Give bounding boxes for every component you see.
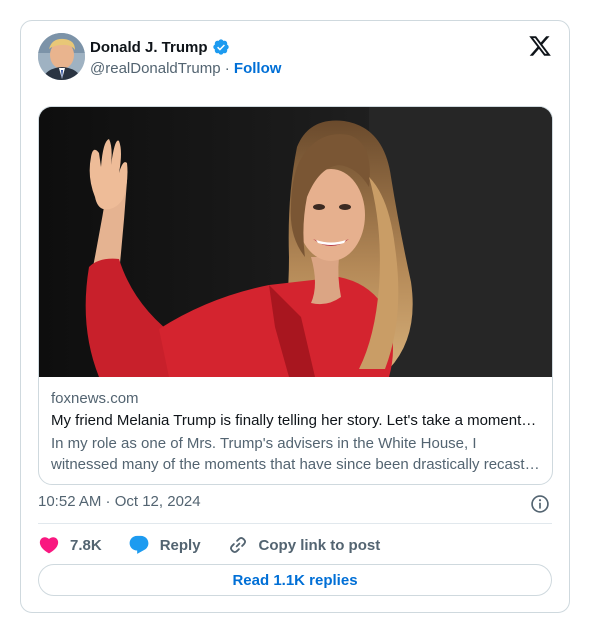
author-handle[interactable]: @realDonaldTrump [90,60,221,77]
link-title: My friend Melania Trump is finally telli… [51,412,540,429]
avatar-photo [38,33,85,80]
copy-link-button[interactable]: Copy link to post [227,534,381,556]
heart-icon [39,537,59,554]
link-preview-meta: foxnews.com My friend Melania Trump is f… [51,389,540,475]
avatar[interactable] [38,33,85,80]
like-button[interactable]: 7.8K [38,534,102,556]
link-preview-card[interactable]: foxnews.com My friend Melania Trump is f… [38,106,553,485]
info-icon[interactable] [530,494,550,514]
like-count: 7.8K [70,536,102,554]
divider [38,523,552,524]
post-actions-bar: 7.8K Reply Copy link to post [38,533,406,557]
reply-label: Reply [159,536,201,554]
embedded-post-card: Donald J. Trump @realDonaldTrump · Follo… [20,20,570,613]
author-name-row: Donald J. Trump [90,38,230,56]
copy-link-label: Copy link to post [258,536,381,554]
link-domain: foxnews.com [51,390,139,407]
post-timestamp[interactable]: 10:52 AM · Oct 12, 2024 [38,493,201,510]
author-name[interactable]: Donald J. Trump [90,39,208,56]
author-handle-row: @realDonaldTrump · Follow [90,60,281,77]
link-description: In my role as one of Mrs. Trump's advise… [51,435,525,473]
speech-bubble-icon [129,535,149,554]
link-chain-icon [229,536,246,554]
link-preview-image [39,107,552,377]
x-logo-icon[interactable] [528,34,552,58]
read-replies-button[interactable]: Read 1.1K replies [38,564,552,596]
verified-badge-icon [212,39,229,55]
handle-separator: · [224,60,230,77]
reply-button[interactable]: Reply [128,534,201,556]
photo-woman-waving-red-jacket [39,107,552,377]
follow-button[interactable]: Follow [234,60,282,77]
